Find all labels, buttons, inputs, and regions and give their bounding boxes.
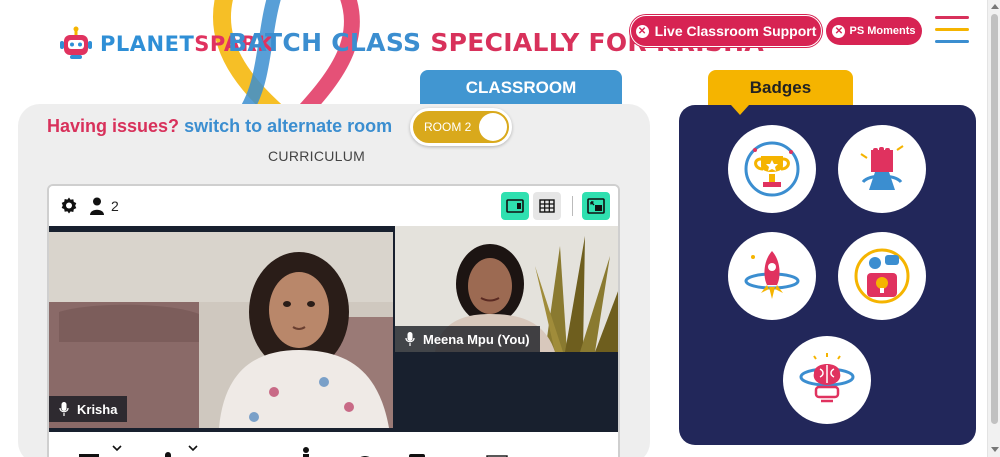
picture-in-picture-button[interactable] <box>582 192 610 220</box>
grid-view-icon <box>539 199 555 213</box>
brain-badge-icon[interactable] <box>783 336 871 424</box>
speaker-view-button[interactable] <box>501 192 529 220</box>
participants-icon[interactable] <box>89 197 105 215</box>
logo-text-planet: PLANET <box>100 32 195 56</box>
room-toggle-label: ROOM 2 <box>424 120 472 134</box>
close-circle-icon: ✕ <box>635 24 649 38</box>
participant-name-meena: Meena Mpu (You) <box>423 331 530 347</box>
having-issues-text: Having issues? <box>47 116 180 136</box>
name-tag-krisha: Krisha <box>49 396 128 422</box>
scrollbar-thumb[interactable] <box>991 14 998 424</box>
scroll-up-arrow-icon[interactable] <box>991 4 999 9</box>
video-tile-krisha[interactable]: Krisha <box>49 232 393 428</box>
ps-moments-button[interactable]: ✕ PS Moments <box>826 17 922 45</box>
toolbar-divider <box>572 196 573 216</box>
participant-name-krisha: Krisha <box>77 401 118 417</box>
video-tile-meena[interactable]: Meena Mpu (You) <box>395 226 618 352</box>
microphone-icon <box>405 332 415 346</box>
rocket-badge-icon[interactable] <box>728 232 816 320</box>
curriculum-link[interactable]: CURRICULUM <box>268 148 365 164</box>
live-classroom-support-button[interactable]: ✕ Live Classroom Support <box>630 15 822 47</box>
robot-logo-icon <box>60 26 92 59</box>
name-tag-meena: Meena Mpu (You) <box>395 326 540 352</box>
fist-power-badge-icon[interactable] <box>838 125 926 213</box>
video-call-panel: 2 Krisha Meena Mpu (You) <box>47 184 620 457</box>
ps-moments-label: PS Moments <box>849 25 916 37</box>
settings-icon[interactable] <box>59 196 79 216</box>
title-batch-class: BATCH CLASS <box>228 28 422 57</box>
alternate-room-prompt: Having issues? switch to alternate room <box>47 116 392 137</box>
video-stage: Krisha Meena Mpu (You) <box>49 226 618 457</box>
call-controls-icons <box>79 445 508 457</box>
speaker-view-icon <box>506 199 524 213</box>
picture-in-picture-icon <box>587 198 605 214</box>
video-toolbar: 2 <box>49 186 618 226</box>
microphone-icon <box>59 402 69 416</box>
participant-count: 2 <box>111 198 119 214</box>
grid-view-button[interactable] <box>533 192 561 220</box>
idea-badge-icon[interactable] <box>838 232 926 320</box>
switch-alternate-room-link[interactable]: switch to alternate room <box>184 116 392 136</box>
toggle-knob <box>479 113 507 141</box>
page: PLANETSPARK BATCH CLASS SPECIALLY FOR KR… <box>0 0 1000 457</box>
call-controls-bar <box>49 432 618 457</box>
room-toggle[interactable]: ROOM 2 <box>410 108 512 146</box>
vertical-scrollbar[interactable] <box>987 0 1000 457</box>
scroll-down-arrow-icon[interactable] <box>991 447 999 452</box>
tab-classroom[interactable]: CLASSROOM <box>420 70 622 106</box>
trophy-badge-icon[interactable] <box>728 125 816 213</box>
tab-badges[interactable]: Badges <box>708 70 853 106</box>
hamburger-menu-icon[interactable] <box>935 16 969 44</box>
badges-tab-pointer <box>731 105 749 115</box>
close-circle-icon: ✕ <box>832 24 846 38</box>
live-classroom-support-label: Live Classroom Support <box>654 23 817 39</box>
